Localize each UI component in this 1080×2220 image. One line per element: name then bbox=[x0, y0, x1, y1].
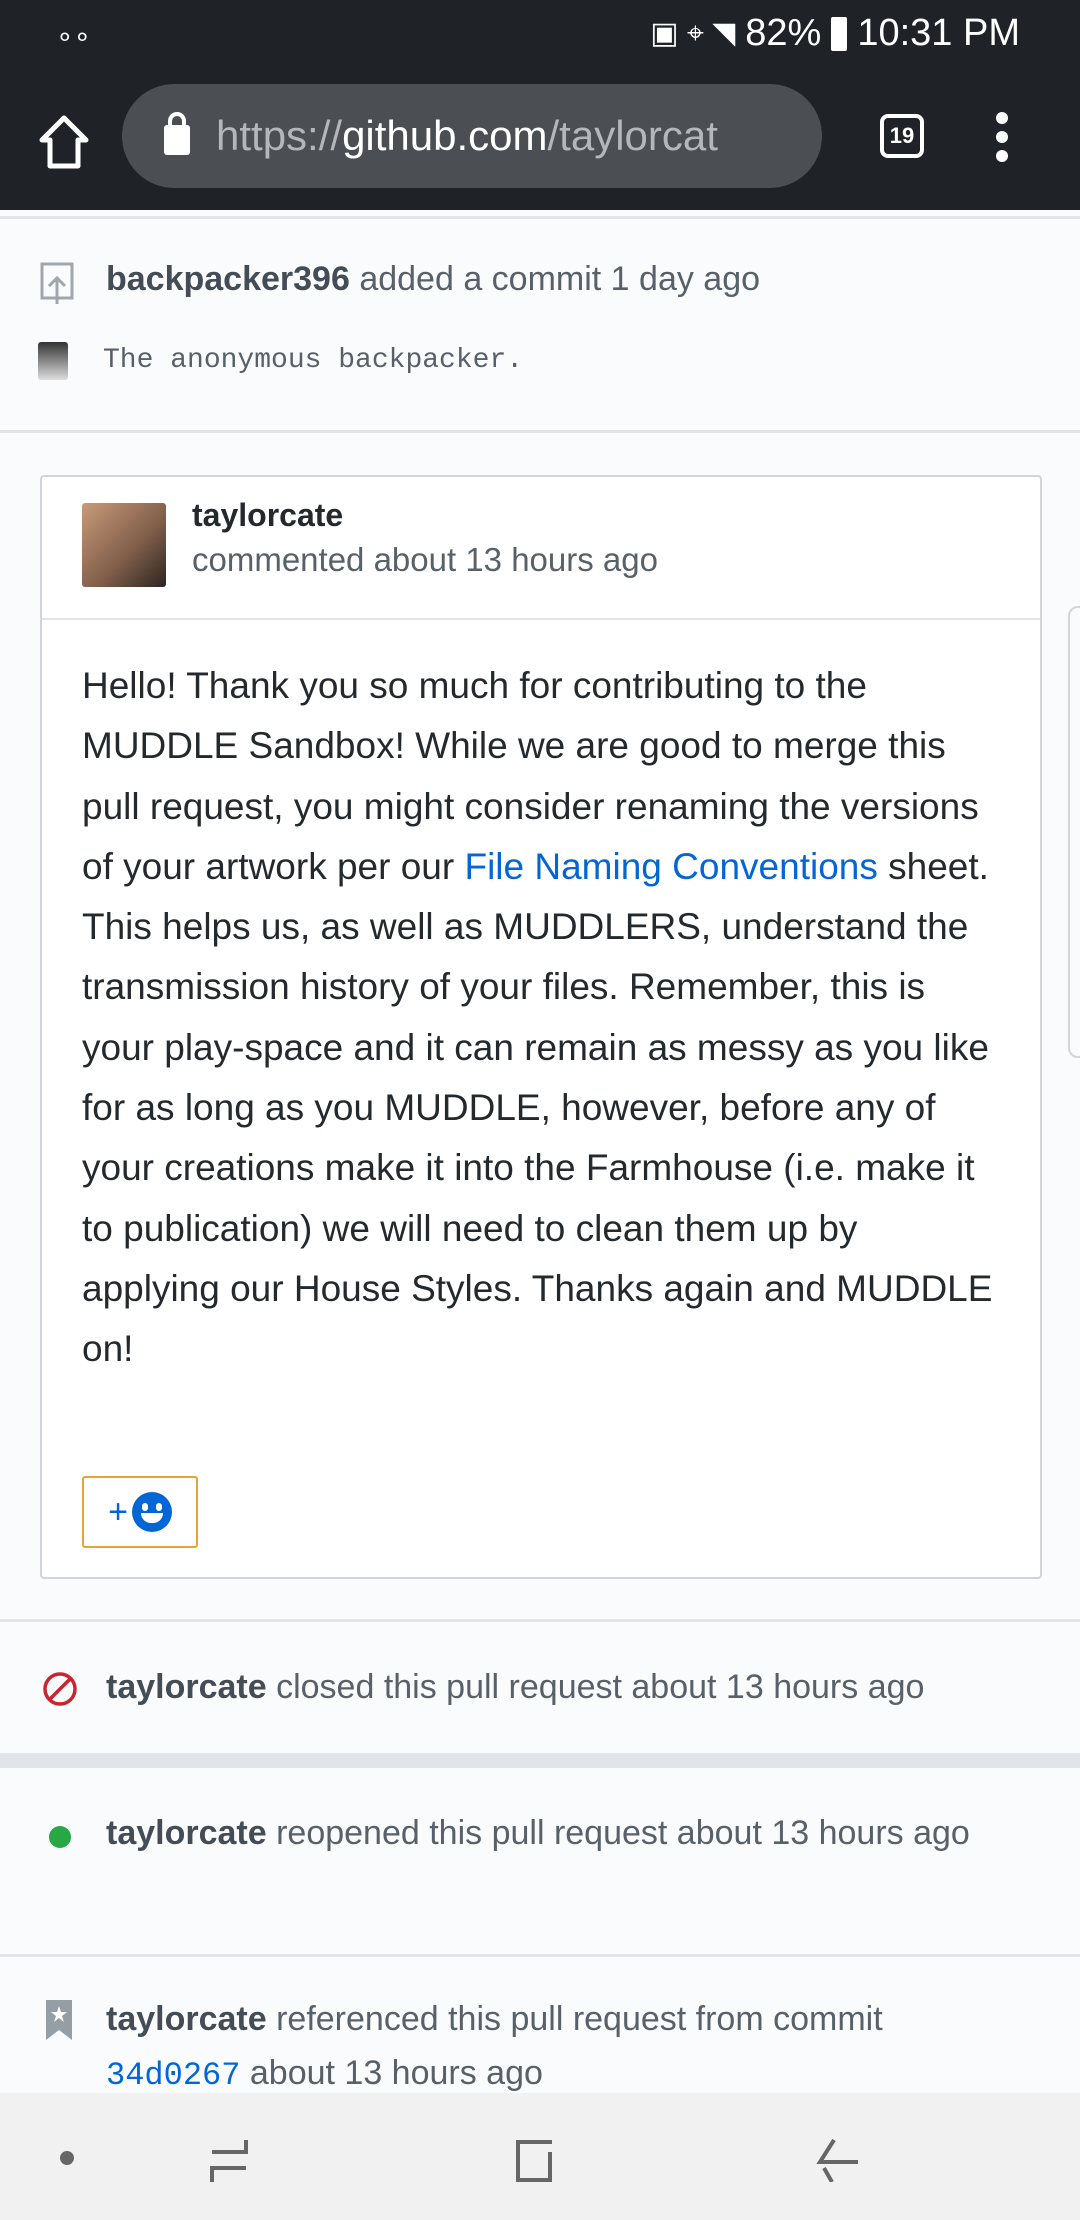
recents-icon[interactable] bbox=[206, 2138, 252, 2182]
tab-switcher-button[interactable]: 19 bbox=[880, 114, 924, 158]
status-bar: ∘∘ ▣ ⌖ ◥ 82% 10:31 PM bbox=[0, 0, 1080, 90]
url-path: /taylorcat bbox=[547, 112, 718, 159]
url-domain: github.com bbox=[342, 112, 548, 159]
overflow-menu-icon[interactable] bbox=[996, 112, 1010, 169]
url-bar[interactable]: https://github.com/taylorcat bbox=[122, 84, 822, 188]
commit-message-link[interactable]: The anonymous backpacker. bbox=[103, 334, 1040, 388]
home-button-icon[interactable] bbox=[512, 2138, 558, 2182]
comment-author[interactable]: taylorcate bbox=[192, 497, 343, 534]
event-text: reopened this pull request about 13 hour… bbox=[276, 1814, 970, 1852]
side-panel-edge bbox=[1068, 606, 1080, 1058]
add-reaction-button[interactable]: + bbox=[82, 1476, 198, 1548]
user-link[interactable]: taylorcate bbox=[106, 2000, 267, 2038]
comment-text-cont: sheet. This helps us, as well as MUDDLER… bbox=[82, 845, 993, 1370]
repo-push-icon bbox=[40, 262, 74, 304]
comment-header: taylorcate commented about 13 hours ago bbox=[42, 477, 1040, 620]
section-divider bbox=[0, 1753, 1080, 1768]
avatar[interactable] bbox=[82, 503, 166, 587]
voicemail-icon: ∘∘ bbox=[56, 21, 92, 52]
event-text: referenced this pull request from commit bbox=[276, 2000, 883, 2038]
battery-icon bbox=[831, 16, 848, 51]
comment-body: Hello! Thank you so much for contributin… bbox=[42, 620, 1040, 1380]
event-text: closed this pull request about 13 hours … bbox=[276, 1668, 925, 1706]
android-nav-bar bbox=[0, 2093, 1080, 2220]
nav-dot-icon bbox=[60, 2151, 74, 2165]
comment-card: taylorcate commented about 13 hours ago … bbox=[40, 475, 1042, 1579]
clock: 10:31 PM bbox=[857, 12, 1020, 54]
back-icon[interactable] bbox=[814, 2138, 860, 2182]
file-naming-conventions-link[interactable]: File Naming Conventions bbox=[464, 846, 877, 887]
url-prefix: https:// bbox=[216, 112, 343, 159]
committer-avatar[interactable] bbox=[38, 342, 68, 380]
battery-percent: 82% bbox=[745, 12, 822, 54]
comment-timestamp[interactable]: commented about 13 hours ago bbox=[192, 541, 658, 579]
smiley-icon bbox=[131, 1492, 172, 1532]
user-link[interactable]: backpacker396 bbox=[106, 260, 350, 298]
event-text: added a commit 1 day ago bbox=[359, 260, 761, 298]
bookmark-icon bbox=[46, 2000, 72, 2040]
event-time: about 13 hours ago bbox=[249, 2054, 543, 2092]
commit-sha-link[interactable]: 34d0267 bbox=[106, 2057, 240, 2094]
status-dot-icon bbox=[49, 1826, 71, 1848]
user-link[interactable]: taylorcate bbox=[106, 1668, 267, 1706]
home-icon[interactable] bbox=[38, 112, 90, 172]
lock-icon bbox=[164, 112, 190, 155]
circle-slash-icon bbox=[43, 1672, 77, 1706]
signal-icons: ▣ ⌖ ◥ bbox=[650, 17, 736, 50]
user-link[interactable]: taylorcate bbox=[106, 1814, 267, 1852]
plus-label: + bbox=[108, 1492, 128, 1531]
